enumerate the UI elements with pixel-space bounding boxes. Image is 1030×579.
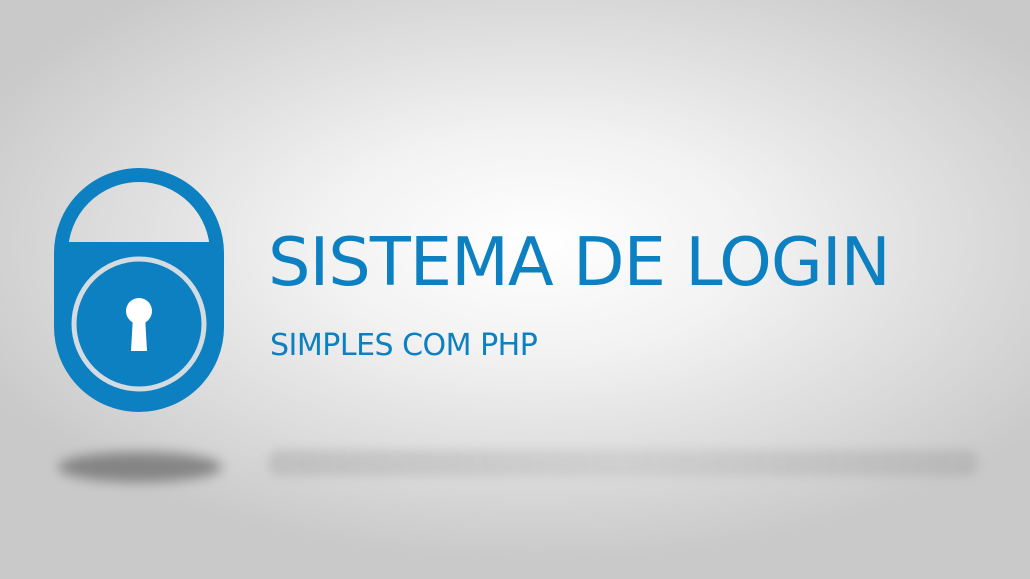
- banner-subtitle: SIMPLES COM PHP: [270, 328, 538, 363]
- logo-reflection: [58, 452, 222, 482]
- title-reflection: [268, 450, 978, 476]
- padlock-icon: [54, 168, 224, 412]
- banner-title: SISTEMA DE LOGIN: [268, 223, 891, 301]
